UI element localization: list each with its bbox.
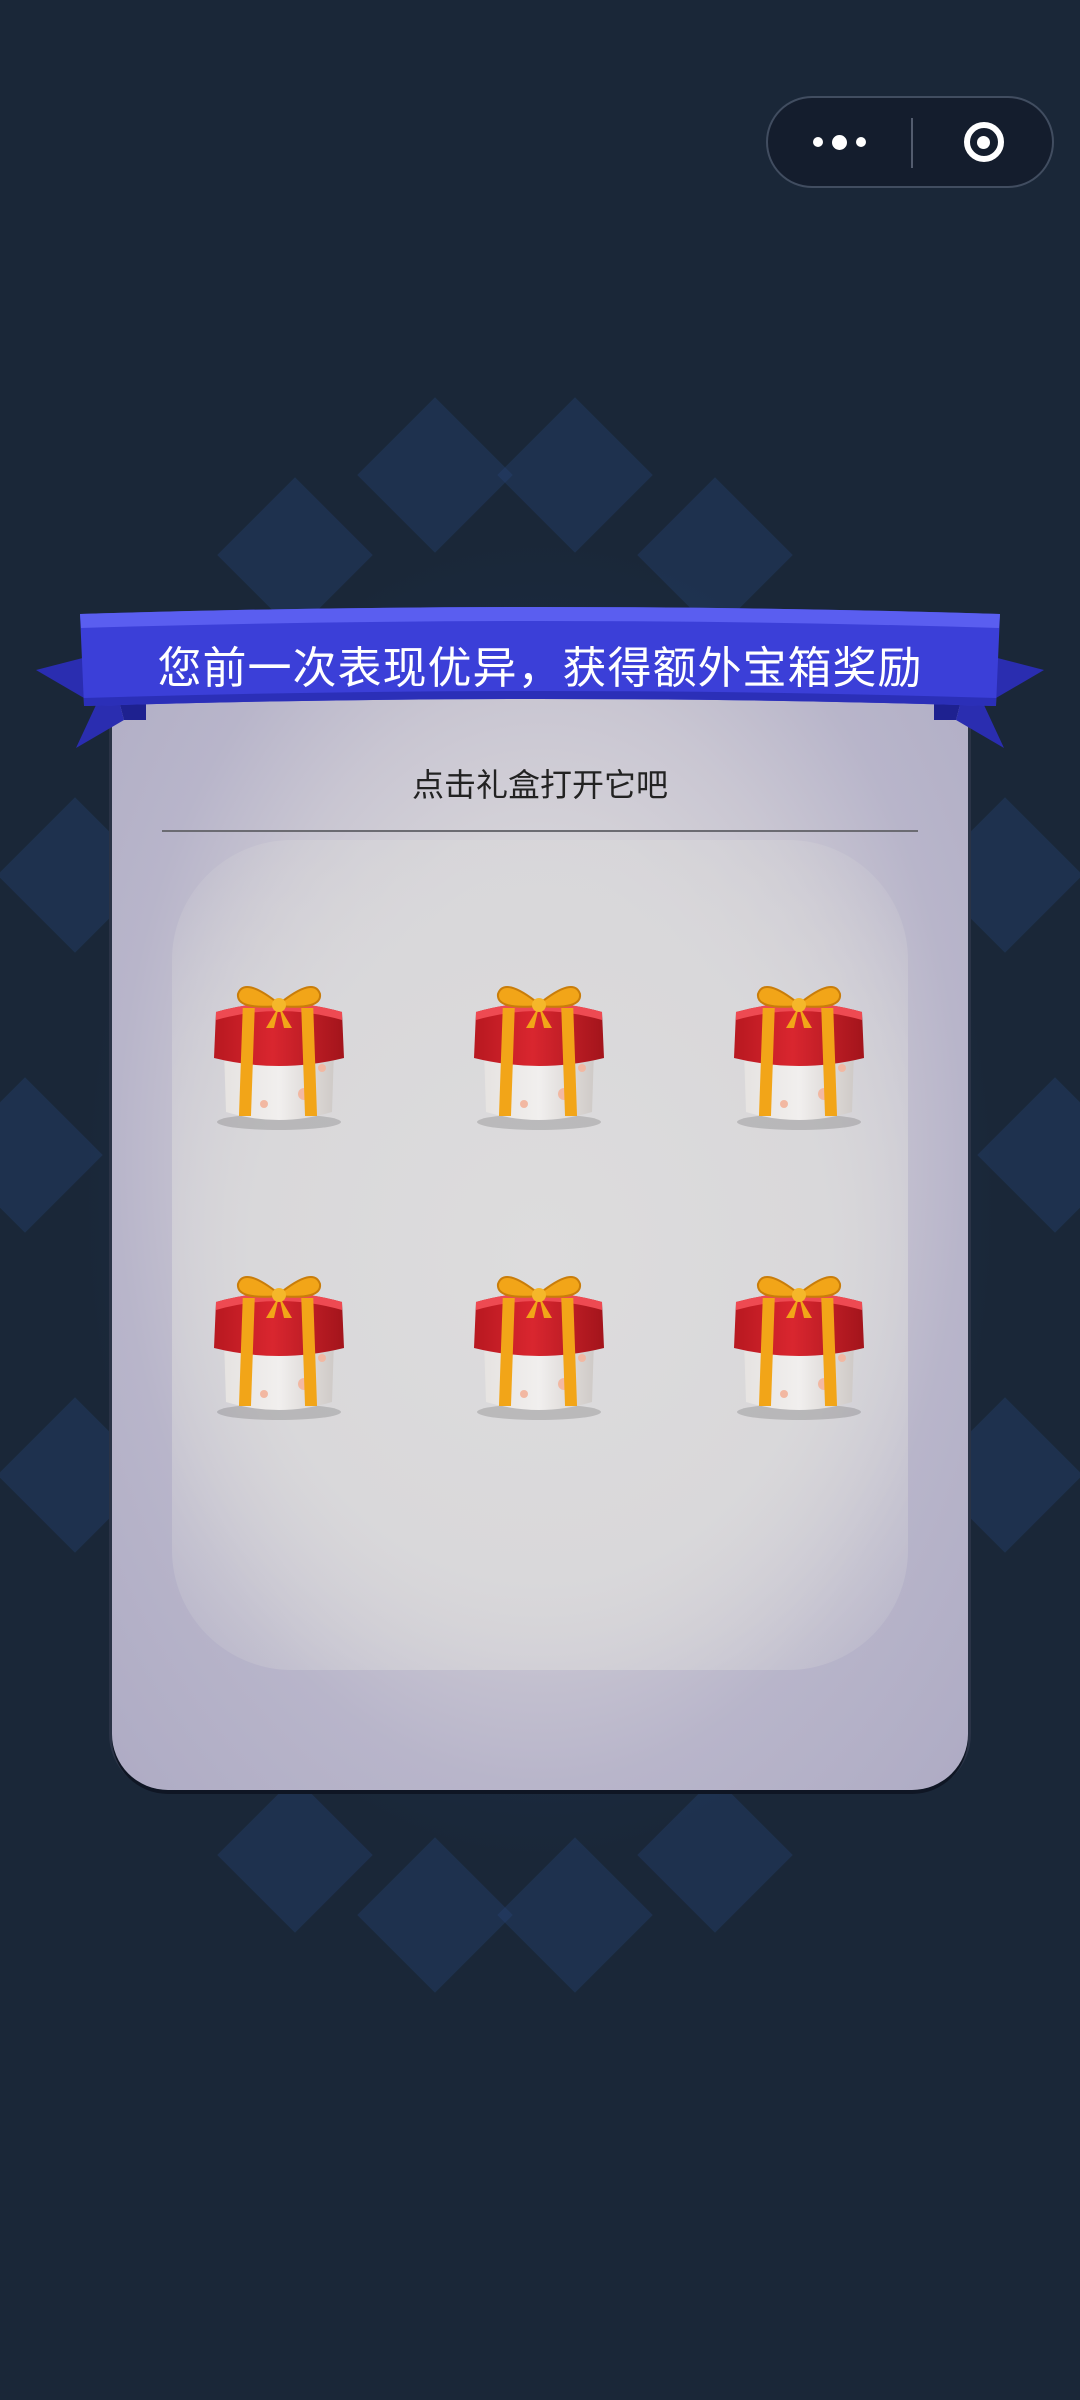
reward-panel: 点击礼盒打开它吧 [112,640,968,1790]
more-button[interactable] [768,98,911,186]
target-close-icon [963,122,1004,162]
divider [162,830,918,832]
gift-box-button[interactable] [724,1262,874,1422]
gift-box-icon [724,1275,874,1426]
panel-inner-glow [172,840,908,1670]
mini-program-capsule [766,96,1054,188]
more-dots-icon [832,134,847,150]
gift-box-icon [464,985,614,1136]
gift-box-button[interactable] [724,972,874,1132]
gift-box-icon [724,985,874,1136]
screen: 点击礼盒打开它吧 您前一次表现优异，获得额外宝箱奖励 [0,0,1080,2400]
more-dots-icon [813,137,823,147]
gift-box-icon [204,1275,354,1426]
more-dots-icon [856,137,866,147]
gift-box-icon [464,1275,614,1426]
close-button[interactable] [913,98,1054,186]
gift-box-button[interactable] [464,972,614,1132]
gift-box-button[interactable] [204,1262,354,1422]
panel-subtitle: 点击礼盒打开它吧 [411,766,668,804]
gift-box-icon [204,985,354,1136]
gift-box-button[interactable] [464,1262,614,1422]
banner-title: 您前一次表现优异，获得额外宝箱奖励 [157,643,923,694]
gift-box-button[interactable] [204,972,354,1132]
